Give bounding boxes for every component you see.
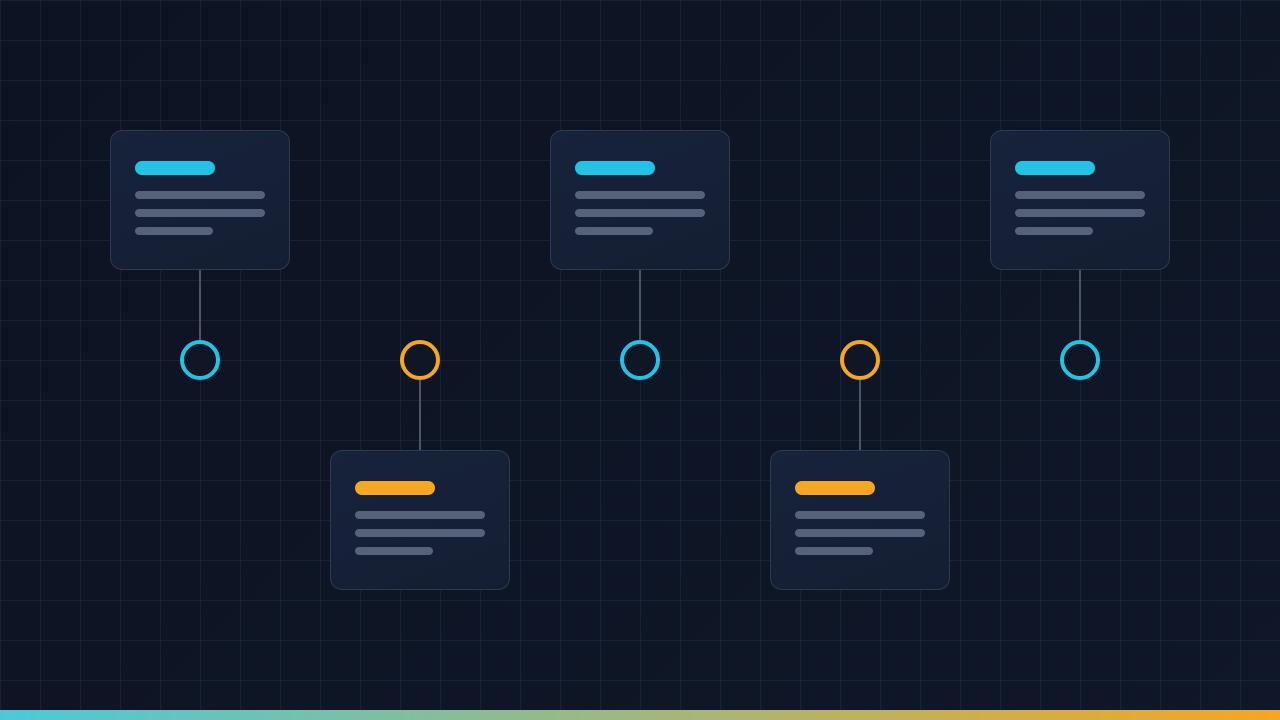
milestone-connector [419, 380, 421, 450]
milestone-card [550, 130, 730, 270]
card-text-placeholder [575, 191, 705, 199]
milestone-connector [1079, 270, 1081, 340]
milestone-card [110, 130, 290, 270]
milestone-node [400, 340, 440, 380]
card-title-placeholder [135, 161, 215, 175]
milestone-connector [859, 380, 861, 450]
card-text-placeholder [575, 227, 653, 235]
timeline-diagram [0, 0, 1280, 720]
milestone-card [990, 130, 1170, 270]
card-text-placeholder [1015, 209, 1145, 217]
card-text-placeholder [795, 547, 873, 555]
card-text-placeholder [795, 511, 925, 519]
card-text-placeholder [135, 191, 265, 199]
card-text-placeholder [355, 529, 485, 537]
card-text-placeholder [355, 547, 433, 555]
card-text-placeholder [575, 209, 705, 217]
milestone-node [620, 340, 660, 380]
card-title-placeholder [795, 481, 875, 495]
card-text-placeholder [795, 529, 925, 537]
card-text-placeholder [1015, 191, 1145, 199]
card-title-placeholder [575, 161, 655, 175]
milestone-node [840, 340, 880, 380]
card-title-placeholder [355, 481, 435, 495]
card-text-placeholder [135, 209, 265, 217]
gradient-accent-bar [0, 710, 1280, 720]
milestone-card [770, 450, 950, 590]
milestone-connector [639, 270, 641, 340]
milestone-card [330, 450, 510, 590]
card-text-placeholder [1015, 227, 1093, 235]
milestone-node [180, 340, 220, 380]
card-text-placeholder [355, 511, 485, 519]
card-text-placeholder [135, 227, 213, 235]
milestone-connector [199, 270, 201, 340]
milestone-node [1060, 340, 1100, 380]
card-title-placeholder [1015, 161, 1095, 175]
